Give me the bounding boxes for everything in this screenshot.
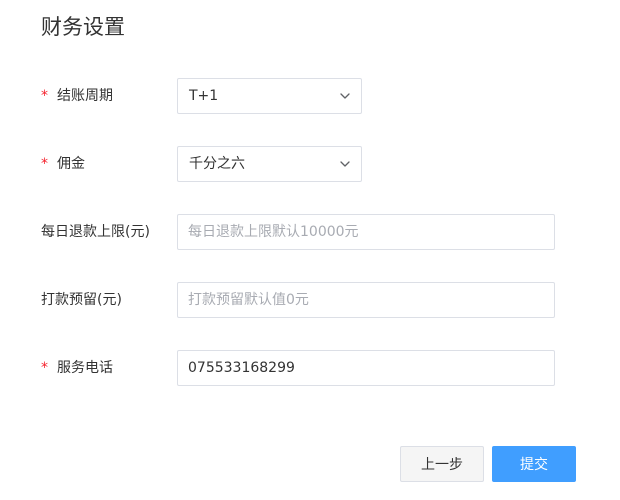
- commission-select[interactable]: 千分之六: [177, 146, 362, 182]
- prev-step-button[interactable]: 上一步: [400, 446, 484, 482]
- required-mark: *: [41, 156, 48, 172]
- required-mark: *: [41, 360, 48, 376]
- commission-value: 千分之六: [189, 156, 245, 172]
- daily-refund-limit-row: 每日退款上限(元): [0, 214, 620, 250]
- settlement-cycle-row: * 结账周期 T+1: [0, 78, 620, 114]
- payment-reserve-input[interactable]: [177, 282, 555, 318]
- chevron-down-icon: [340, 93, 350, 99]
- service-phone-label: 服务电话: [57, 360, 113, 376]
- chevron-down-icon: [340, 161, 350, 167]
- settlement-cycle-select[interactable]: T+1: [177, 78, 362, 114]
- service-phone-input[interactable]: [177, 350, 555, 386]
- service-phone-label-wrap: * 服务电话: [41, 350, 113, 386]
- settlement-cycle-label: 结账周期: [57, 88, 113, 104]
- settlement-cycle-label-wrap: * 结账周期: [41, 78, 113, 114]
- daily-refund-limit-label: 每日退款上限(元): [41, 224, 150, 240]
- submit-button[interactable]: 提交: [492, 446, 576, 482]
- commission-label-wrap: * 佣金: [41, 146, 85, 182]
- page-title: 财务设置: [41, 15, 125, 39]
- settlement-cycle-value: T+1: [189, 88, 219, 104]
- required-mark: *: [41, 88, 48, 104]
- service-phone-row: * 服务电话: [0, 350, 620, 386]
- daily-refund-limit-input[interactable]: [177, 214, 555, 250]
- commission-row: * 佣金 千分之六: [0, 146, 620, 182]
- payment-reserve-label: 打款预留(元): [41, 292, 122, 308]
- commission-label: 佣金: [57, 156, 85, 172]
- payment-reserve-row: 打款预留(元): [0, 282, 620, 318]
